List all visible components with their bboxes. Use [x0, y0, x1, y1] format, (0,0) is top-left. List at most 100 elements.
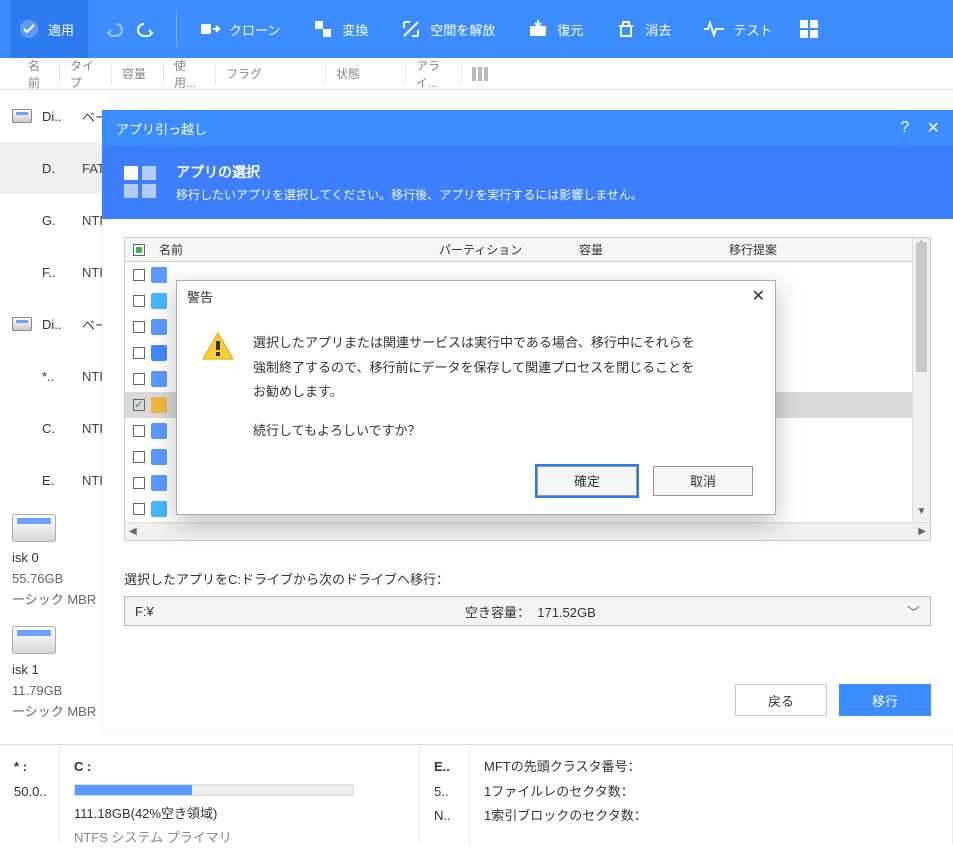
col-type[interactable]: タイプ: [60, 64, 112, 84]
app-icon: [151, 319, 167, 335]
th-capacity[interactable]: 容量: [571, 241, 721, 258]
sectors-per-file-label: 1ファイルレのセクタ数：: [484, 780, 938, 805]
clone-label: クローン: [229, 20, 280, 39]
undo-button[interactable]: [100, 15, 128, 43]
disk-icon: [12, 317, 32, 331]
drive-size: 111.18GB(42%空き領域): [74, 802, 405, 827]
hdd-icon: [12, 626, 56, 654]
select-all-checkbox[interactable]: [133, 244, 145, 256]
erase-button[interactable]: 消去: [601, 0, 685, 58]
restore-icon: [527, 18, 549, 40]
modal-title: アプリ引っ越し: [116, 119, 207, 138]
main-toolbar: 適用 クローン 変換 空間を解放 復元 消去 テスト: [0, 0, 953, 58]
app-icon: [151, 345, 167, 361]
warning-dialog: 警告 ✕ 選択したアプリまたは関連サービスは実行中である場合、移行中にそれらを …: [176, 280, 776, 515]
restore-label: 復元: [557, 20, 583, 39]
row-checkbox[interactable]: [133, 347, 145, 359]
destination-select[interactable]: F:¥ 空き容量： 171.52GB ﹀: [124, 596, 931, 626]
scroll-thumb[interactable]: [916, 242, 927, 372]
app-icon: [151, 449, 167, 465]
help-button[interactable]: ?: [900, 119, 909, 137]
th-suggest[interactable]: 移行提案: [721, 241, 930, 258]
scroll-down-icon[interactable]: ▼: [913, 506, 930, 522]
row-checkbox[interactable]: [133, 295, 145, 307]
col-used[interactable]: 使用...: [164, 64, 216, 84]
app-icon: [151, 397, 167, 413]
disk-label: D.: [42, 161, 72, 176]
disk-label: Di..: [42, 109, 72, 124]
columns-settings-button[interactable]: [468, 62, 492, 86]
modal-banner: アプリの選択 移行したいアプリを選択してください。移行後、アプリを実行するには影…: [102, 146, 953, 219]
col-state[interactable]: 状態: [326, 64, 406, 84]
apply-label: 適用: [48, 20, 74, 39]
convert-button[interactable]: 変換: [298, 0, 382, 58]
drive-fs: NTFS システム プライマリ: [74, 826, 405, 851]
ok-button[interactable]: 確定: [537, 466, 637, 496]
check-icon: [18, 18, 40, 40]
disk-label: G.: [42, 213, 72, 228]
erase-icon: [615, 18, 637, 40]
chevron-down-icon: ﹀: [907, 602, 920, 621]
grid-view-button[interactable]: [790, 0, 828, 58]
row-checkbox[interactable]: [133, 321, 145, 333]
undo-redo-group: [92, 15, 168, 43]
disk-label: E.: [42, 473, 72, 488]
app-icon: [151, 423, 167, 439]
app-icon: [151, 475, 167, 491]
warning-icon: [201, 331, 235, 361]
clone-button[interactable]: クローン: [185, 0, 294, 58]
scroll-left-icon[interactable]: ◀: [129, 526, 137, 537]
disk-label: *..: [42, 369, 72, 384]
restore-button[interactable]: 復元: [513, 0, 597, 58]
row-checkbox[interactable]: [133, 503, 145, 515]
dialog-close-button[interactable]: ✕: [752, 286, 765, 306]
th-name[interactable]: 名前: [151, 241, 431, 258]
scroll-right-icon[interactable]: ▶: [918, 526, 926, 537]
horizontal-scrollbar[interactable]: ◀ ▶: [125, 522, 930, 540]
usage-bar: [74, 784, 354, 796]
back-button[interactable]: 戻る: [735, 684, 827, 716]
col-capacity[interactable]: 容量: [112, 64, 164, 84]
cancel-button[interactable]: 取消: [653, 466, 753, 496]
pulse-icon: [703, 18, 725, 40]
destination-label: 選択したアプリをC:ドライブから次のドライブへ移行：: [124, 569, 931, 588]
modal-titlebar: アプリ引っ越し ? ×: [102, 110, 953, 146]
col-flags[interactable]: フラグ: [216, 64, 326, 84]
clone-icon: [199, 18, 221, 40]
dialog-title: 警告: [187, 287, 213, 306]
row-checkbox[interactable]: [133, 399, 145, 411]
col-align[interactable]: アライ...: [406, 64, 462, 84]
banner-subtitle: 移行したいアプリを選択してください。移行後、アプリを実行するには影響しません。: [176, 186, 643, 203]
row-checkbox[interactable]: [133, 269, 145, 281]
destination-section: 選択したアプリをC:ドライブから次のドライブへ移行： F:¥ 空き容量： 171…: [124, 569, 931, 626]
destination-drive: F:¥: [135, 604, 154, 619]
convert-icon: [312, 18, 334, 40]
vertical-scrollbar[interactable]: ▲ ▼: [912, 238, 930, 522]
mft-head-label: MFTの先頭クラスタ番号：: [484, 755, 938, 780]
redo-button[interactable]: [132, 15, 160, 43]
th-partition[interactable]: パーティション: [431, 241, 571, 258]
migrate-button[interactable]: 移行: [839, 684, 931, 716]
app-icon: [151, 501, 167, 517]
disk-label: Di..: [42, 317, 72, 332]
row-checkbox[interactable]: [133, 425, 145, 437]
test-button[interactable]: テスト: [689, 0, 786, 58]
test-label: テスト: [733, 20, 772, 39]
app-icon: [151, 371, 167, 387]
toolbar-separator: [176, 11, 177, 47]
drive-label: * :: [14, 755, 45, 780]
row-checkbox[interactable]: [133, 373, 145, 385]
row-checkbox[interactable]: [133, 451, 145, 463]
apply-button[interactable]: 適用: [10, 0, 88, 58]
col-name[interactable]: 名前: [18, 64, 60, 84]
disk-label: F..: [42, 265, 72, 280]
dialog-message: 選択したアプリまたは関連サービスは実行中である場合、移行中にそれらを 強制終了す…: [253, 331, 695, 444]
close-button[interactable]: ×: [927, 117, 939, 140]
row-checkbox[interactable]: [133, 477, 145, 489]
free-space-button[interactable]: 空間を解放: [386, 0, 509, 58]
free-space-label: 空間を解放: [430, 20, 495, 39]
drive-label: C :: [74, 755, 405, 780]
app-icon: [151, 267, 167, 283]
dialog-header: 警告 ✕: [177, 281, 775, 311]
disk-label: C.: [42, 421, 72, 436]
